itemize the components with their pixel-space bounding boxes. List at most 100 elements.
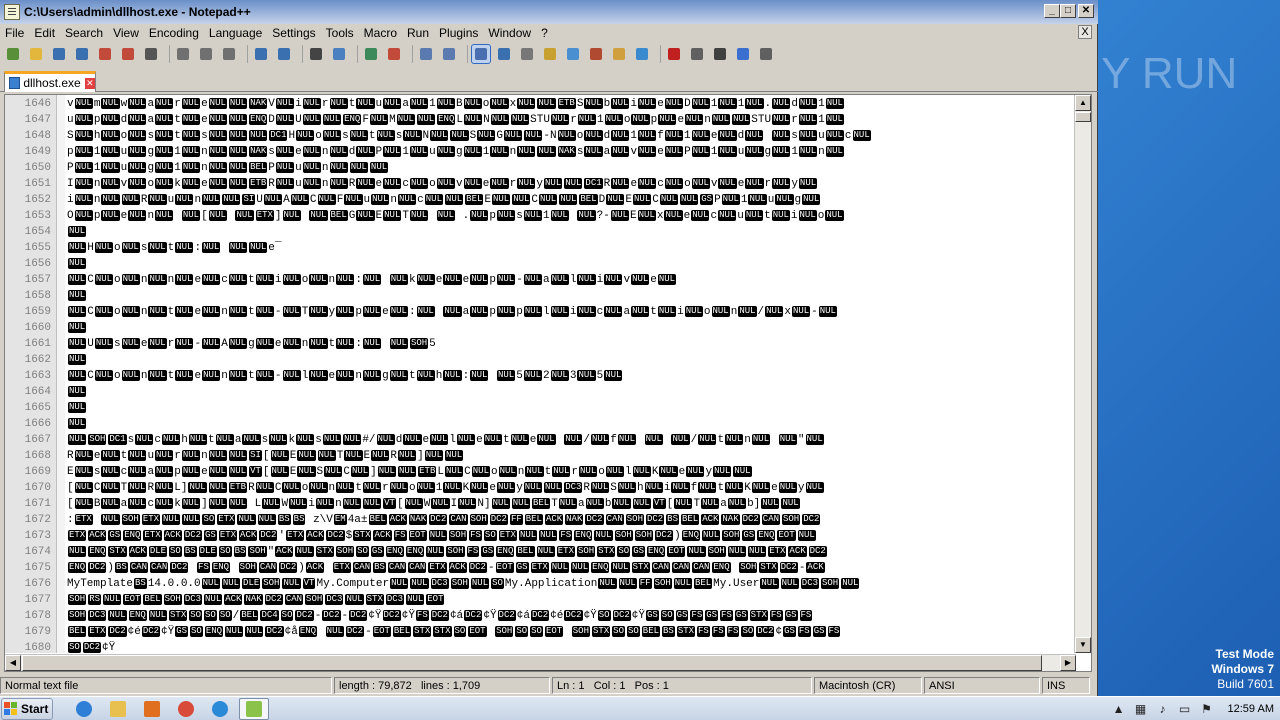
- status-insert-mode[interactable]: INS: [1042, 677, 1090, 694]
- stop-record-icon[interactable]: [688, 45, 706, 63]
- menu-run[interactable]: Run: [402, 26, 434, 40]
- editor-line[interactable]: 1678 SOH DC3 NUL ENQ NUL STX SO SO SO / BEL DC4 SO DC2…: [5, 608, 1076, 624]
- taskbar-notepadpp-button[interactable]: [239, 697, 269, 720]
- user-language-icon[interactable]: [541, 45, 559, 63]
- sync-horizontal-icon[interactable]: [440, 45, 458, 63]
- editor-line[interactable]: 1658 NUL: [5, 288, 1076, 304]
- editor[interactable]: 1646 v NUL m NUL w NUL a NUL r NUL e NUL NUL NAK V NUL i N…: [4, 94, 1092, 672]
- paste-icon[interactable]: [220, 45, 238, 63]
- show-all-chars-icon[interactable]: [495, 45, 513, 63]
- scroll-left-arrow-icon[interactable]: ◀: [5, 655, 21, 671]
- horizontal-scrollbar[interactable]: ◀ ▶: [5, 654, 1076, 671]
- start-button[interactable]: Start: [1, 697, 53, 720]
- editor-line[interactable]: 1668 R NUL e NUL t NUL u NUL r NUL n NUL NUL SI[NUL E NU…: [5, 448, 1076, 464]
- editor-line[interactable]: 1679 BEL ETX DC2 ¢é DC2 ¢Ÿ GS SO ENQ NUL NUL DC2 ¢å EN…: [5, 624, 1076, 640]
- editor-line[interactable]: 1672: ETX NUL SOH ETX NUL NUL SO ETX NUL NUL BS BS …: [5, 512, 1076, 528]
- editor-line[interactable]: 1646 v NUL m NUL w NUL a NUL r NUL e NUL NUL NAK V NUL i N…: [5, 96, 1076, 112]
- menu-file[interactable]: File: [0, 26, 29, 40]
- text-area[interactable]: 1646 v NUL m NUL w NUL a NUL r NUL e NUL NUL NAK V NUL i N…: [5, 96, 1076, 653]
- editor-line[interactable]: 1657 NUL C NUL o NUL n NUL n NUL e NUL c NUL t NUL i NUL o…: [5, 272, 1076, 288]
- editor-line[interactable]: 1654 NUL: [5, 224, 1076, 240]
- tab-dllhost[interactable]: dllhost.exe ✕: [4, 71, 96, 92]
- editor-line[interactable]: 1650 P NUL 1 NUL u NUL g NUL 1 NUL n NUL NUL BEL P NUL u N…: [5, 160, 1076, 176]
- find-icon[interactable]: [307, 45, 325, 63]
- vertical-scrollbar[interactable]: ▲ ▼: [1074, 95, 1091, 653]
- editor-line[interactable]: 1653 O NUL p NUL e NUL n NUL NUL[NUL NUL ETX] NUL …: [5, 208, 1076, 224]
- folder-workspace-icon[interactable]: [610, 45, 628, 63]
- flag-icon[interactable]: ⚑: [1200, 702, 1214, 716]
- editor-line[interactable]: 1666 NUL: [5, 416, 1076, 432]
- title-bar[interactable]: C:\Users\admin\dllhost.exe - Notepad++ _…: [0, 0, 1098, 24]
- undo-icon[interactable]: [252, 45, 270, 63]
- taskbar-media-player-button[interactable]: [137, 698, 167, 720]
- horizontal-scroll-thumb[interactable]: [22, 655, 1042, 671]
- editor-line[interactable]: 1675 ENQ DC2) BS CAN CAN DC2 FS ENQ SOH CAN DC2)…: [5, 560, 1076, 576]
- close-button[interactable]: ✕: [1078, 4, 1094, 18]
- editor-line[interactable]: 1662 NUL: [5, 352, 1076, 368]
- taskbar-ie-button[interactable]: [69, 698, 99, 720]
- editor-line[interactable]: 1651 I NUL n NUL v NUL o NUL k NUL e NUL NUL ETB R NUL u N…: [5, 176, 1076, 192]
- notepadpp-app-icon[interactable]: [4, 4, 20, 20]
- editor-line[interactable]: 1655 NUL H NUL o NUL s NUL t NUL: NUL NUL NUL e¯: [5, 240, 1076, 256]
- menu-settings[interactable]: Settings: [267, 26, 320, 40]
- menu-window[interactable]: Window: [483, 26, 536, 40]
- sync-vertical-icon[interactable]: [417, 45, 435, 63]
- new-file-icon[interactable]: [4, 45, 22, 63]
- menu-encoding[interactable]: Encoding: [144, 26, 204, 40]
- power-icon[interactable]: ▭: [1178, 702, 1192, 716]
- scroll-right-arrow-icon[interactable]: ▶: [1060, 655, 1076, 671]
- scroll-up-arrow-icon[interactable]: ▲: [1075, 95, 1091, 111]
- word-wrap-icon[interactable]: [471, 44, 491, 64]
- open-file-icon[interactable]: [27, 45, 45, 63]
- close-icon[interactable]: [96, 45, 114, 63]
- editor-line[interactable]: 1660 NUL: [5, 320, 1076, 336]
- volume-icon[interactable]: ♪: [1156, 702, 1170, 716]
- copy-icon[interactable]: [197, 45, 215, 63]
- taskbar-edge-button[interactable]: [205, 698, 235, 720]
- editor-line[interactable]: 1677 SOH RS NUL EOT BEL SOH DC3 NUL ACK NAK DC2 CAN S…: [5, 592, 1076, 608]
- editor-line[interactable]: 1680 SO DC2 ¢Ÿ: [5, 640, 1076, 653]
- menu-edit[interactable]: Edit: [29, 26, 60, 40]
- editor-line[interactable]: 1661 NUL U NUL s NUL e NUL r NUL - NUL A NUL g NUL e NUL n…: [5, 336, 1076, 352]
- menu-help[interactable]: ?: [536, 26, 553, 40]
- minimize-button[interactable]: _: [1044, 4, 1060, 18]
- editor-line[interactable]: 1659 NUL C NUL o NUL n NUL t NUL e NUL n NUL t NUL - NUL T…: [5, 304, 1076, 320]
- editor-line[interactable]: 1671 [NUL B NUL a NUL c NUL k NUL] NUL NUL L NUL W NUL…: [5, 496, 1076, 512]
- menu-search[interactable]: Search: [60, 26, 108, 40]
- zoom-in-icon[interactable]: [362, 45, 380, 63]
- tab-close-icon[interactable]: ✕: [84, 77, 95, 89]
- menu-view[interactable]: View: [108, 26, 144, 40]
- menu-tools[interactable]: Tools: [321, 26, 359, 40]
- editor-line[interactable]: 1673 ETX ACK GS ENQ ETX ACK DC2 GS ETX ACK DC2 ' ETX A…: [5, 528, 1076, 544]
- monitoring-icon[interactable]: [633, 45, 651, 63]
- save-icon[interactable]: [50, 45, 68, 63]
- show-hidden-icon[interactable]: ▲: [1112, 702, 1126, 716]
- scroll-down-arrow-icon[interactable]: ▼: [1075, 637, 1091, 653]
- vertical-scroll-thumb[interactable]: [1075, 112, 1091, 122]
- run-macro-multiple-icon[interactable]: [734, 45, 752, 63]
- editor-line[interactable]: 1676 MyTemplate BS 14.0.0.0 NUL NUL DLE SOH NUL V…: [5, 576, 1076, 592]
- zoom-out-icon[interactable]: [385, 45, 403, 63]
- editor-line[interactable]: 1663 NUL C NUL o NUL n NUL t NUL e NUL n NUL t NUL - NUL l…: [5, 368, 1076, 384]
- editor-line[interactable]: 1664 NUL: [5, 384, 1076, 400]
- clock[interactable]: 12:59 AM: [1228, 703, 1274, 715]
- editor-line[interactable]: 1652 i NUL n NUL NUL R NUL u NUL n NUL NUL SI U NUL A NUL…: [5, 192, 1076, 208]
- editor-line[interactable]: 1674 NUL ENQ STX ACK DLE SO BS DLE SO BS SOH " ACK NUL…: [5, 544, 1076, 560]
- save-macro-icon[interactable]: [757, 45, 775, 63]
- editor-line[interactable]: 1656 NUL: [5, 256, 1076, 272]
- maximize-button[interactable]: □: [1060, 4, 1076, 18]
- menu-macro[interactable]: Macro: [359, 26, 402, 40]
- network-icon[interactable]: ▦: [1134, 702, 1148, 716]
- editor-line[interactable]: 1670 [NUL C NUL T NUL R NUL L] NUL NUL ETB R NUL C NUL o…: [5, 480, 1076, 496]
- taskbar-explorer-button[interactable]: [103, 698, 133, 720]
- editor-line[interactable]: 1667 NUL SOH DC1 s NUL c NUL h NUL t NUL a NUL s NUL k NU…: [5, 432, 1076, 448]
- editor-line[interactable]: 1669 E NUL s NUL c NUL a NUL p NUL e NUL NUL VT[NUL E NU…: [5, 464, 1076, 480]
- record-macro-icon[interactable]: [665, 45, 683, 63]
- menu-plugins[interactable]: Plugins: [434, 26, 483, 40]
- replace-icon[interactable]: [330, 45, 348, 63]
- save-all-icon[interactable]: [73, 45, 91, 63]
- function-list-icon[interactable]: [587, 45, 605, 63]
- editor-line[interactable]: 1648 S NUL h NUL o NUL s NUL t NUL s NUL NUL NUL DC1 H NU…: [5, 128, 1076, 144]
- redo-icon[interactable]: [275, 45, 293, 63]
- editor-line[interactable]: 1649 p NUL 1 NUL u NUL g NUL 1 NUL n NUL NUL NAK s NUL e N…: [5, 144, 1076, 160]
